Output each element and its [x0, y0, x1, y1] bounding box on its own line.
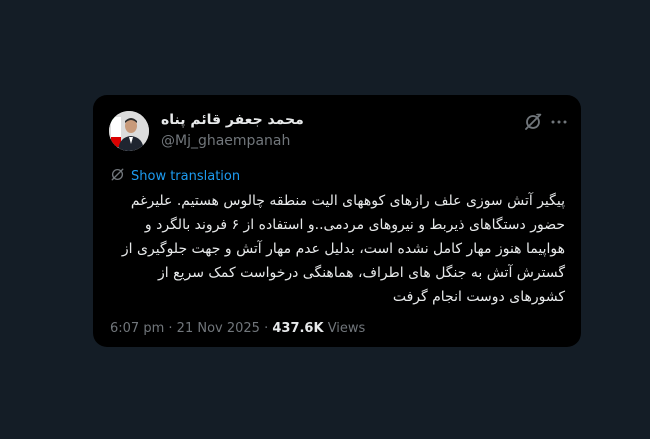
tweet-date[interactable]: 21 Nov 2025	[177, 321, 260, 336]
handle[interactable]: @Mj_ghaempanah	[161, 133, 290, 149]
meta-separator: ·	[168, 321, 173, 336]
more-icon[interactable]	[549, 112, 569, 132]
views-count[interactable]: 437.6K	[272, 321, 323, 336]
tweet-text: پیگیر آتش سوزی علف رازهای کوههای الیت من…	[121, 193, 565, 305]
tweet-card[interactable]: محمد جعفر قائم پناه @Mj_ghaempanah Show …	[93, 95, 581, 347]
show-translation-label: Show translation	[131, 169, 241, 184]
translate-icon	[110, 167, 125, 186]
avatar[interactable]	[109, 111, 149, 151]
tweet-meta: 6:07 pm · 21 Nov 2025 · 437.6K Views	[110, 321, 365, 336]
display-name[interactable]: محمد جعفر قائم پناه	[161, 112, 304, 128]
meta-separator: ·	[264, 321, 269, 336]
tweet-time[interactable]: 6:07 pm	[110, 321, 164, 336]
show-translation-link[interactable]: Show translation	[110, 167, 240, 186]
grok-icon[interactable]	[523, 112, 543, 132]
views-label: Views	[327, 321, 366, 336]
